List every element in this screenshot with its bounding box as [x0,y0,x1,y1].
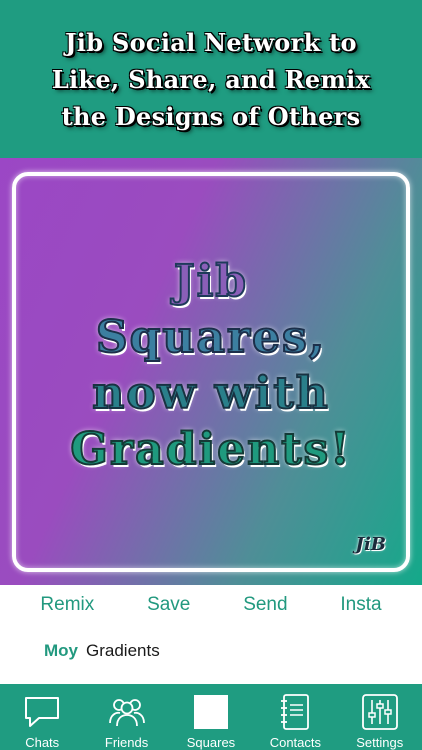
tab-friends[interactable]: Friends [85,684,169,750]
tab-squares-label: Squares [186,735,236,750]
action-row: Remix Save Send Insta [0,588,422,622]
header-banner: Jib Social Network to Like, Share, and R… [0,0,422,158]
friends-icon [107,692,147,732]
tab-contacts[interactable]: Contacts [253,684,337,750]
contacts-book-icon [275,692,315,732]
header-title-line-3: the Designs of Others [61,101,361,131]
square-text-line-3: now with [91,367,330,420]
tab-bar: Chats Friends Squares Contacts Settings [0,684,422,750]
header-title: Jib Social Network to Like, Share, and R… [42,24,380,135]
square-text-line-1: Jib [173,255,249,308]
sliders-icon [360,692,400,732]
header-title-line-2: Like, Share, and Remix [51,64,371,94]
square-caption: Moy Gradients [44,640,160,662]
square-text-line-2: Squares, [95,311,327,364]
save-button[interactable]: Save [147,594,190,616]
square-text: Jib Squares, now with Gradients! [0,254,422,478]
chat-bubble-icon [22,692,62,732]
caption-username[interactable]: Moy [44,641,78,661]
jib-logo: JiB [355,534,386,555]
square-artwork[interactable]: Jib Squares, now with Gradients! JiB [0,158,422,585]
tab-settings[interactable]: Settings [338,684,422,750]
header-title-line-1: Jib Social Network to [65,27,357,57]
tab-settings-label: Settings [356,735,404,750]
tab-squares[interactable]: Squares [169,684,253,750]
caption-title: Gradients [86,641,160,660]
tab-chats[interactable]: Chats [0,684,84,750]
remix-button[interactable]: Remix [40,594,94,616]
square-icon [191,692,231,732]
tab-friends-label: Friends [104,735,149,750]
tab-contacts-label: Contacts [269,735,322,750]
insta-button[interactable]: Insta [340,594,381,616]
square-text-line-4: Gradients! [69,423,352,476]
tab-chats-label: Chats [25,735,60,750]
send-button[interactable]: Send [243,594,287,616]
